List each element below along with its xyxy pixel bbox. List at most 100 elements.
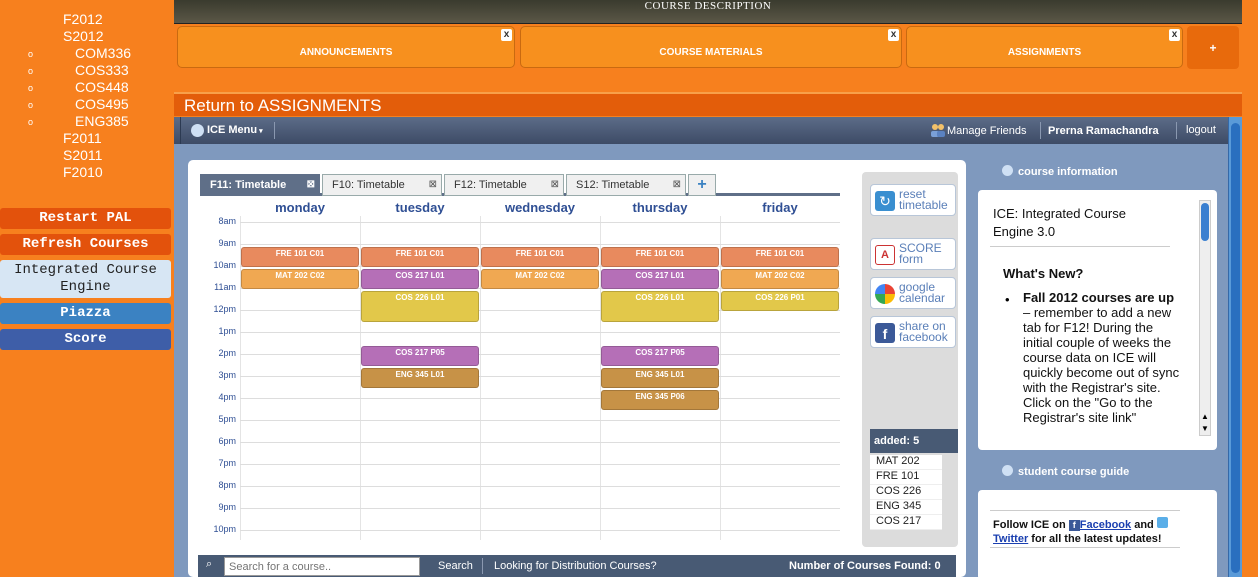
close-icon[interactable]: ⊠ — [551, 175, 559, 195]
tab-s12-timetable[interactable]: S12: Timetable ⊠ — [566, 174, 686, 196]
course-link-cos333[interactable]: COS333 — [75, 62, 129, 78]
tab-f10-timetable[interactable]: F10: Timetable ⊠ — [322, 174, 442, 196]
scroll-up-icon[interactable]: ▲ — [1200, 412, 1210, 421]
course-search-bar: ⌕ Search Looking for Distribution Course… — [198, 555, 956, 577]
course-event[interactable]: FRE 101 C01 — [241, 247, 359, 267]
score-form-button[interactable]: A SCORE form — [870, 238, 956, 270]
manage-friends-link[interactable]: Manage Friends — [947, 125, 1027, 137]
heading-label: course information — [1018, 166, 1118, 178]
piazza-button[interactable]: Piazza — [0, 303, 171, 324]
logout-link[interactable]: logout — [1186, 124, 1216, 136]
close-icon[interactable]: x — [1169, 29, 1180, 41]
facebook-link[interactable]: Facebook — [1080, 519, 1131, 531]
restart-pal-button[interactable]: Restart PAL — [0, 208, 171, 229]
term-link-s2011[interactable]: S2011 — [63, 147, 102, 163]
score-button[interactable]: Score — [0, 329, 171, 350]
refresh-courses-button[interactable]: Refresh Courses — [0, 234, 171, 255]
share-on-facebook-button[interactable]: f share on facebook — [870, 316, 956, 348]
course-link-com336[interactable]: COM336 — [75, 45, 131, 61]
ice-scrollbar[interactable] — [1228, 117, 1242, 577]
added-course-item[interactable]: COS 226 — [870, 485, 942, 500]
course-link-eng385[interactable]: ENG385 — [75, 113, 129, 129]
term-link-f2011[interactable]: F2011 — [63, 130, 102, 146]
reset-timetable-button[interactable]: ↻ reset timetable — [870, 184, 956, 216]
info-icon — [1002, 165, 1013, 176]
close-icon[interactable]: x — [888, 29, 899, 41]
added-course-item[interactable]: ENG 345 — [870, 500, 942, 515]
course-event[interactable]: COS 217 P05 — [361, 346, 479, 366]
added-course-item[interactable]: COS 217 — [870, 515, 942, 530]
close-icon[interactable]: ⊠ — [307, 175, 315, 195]
follow-prefix: Follow ICE on — [993, 519, 1069, 531]
course-event[interactable]: FRE 101 C01 — [481, 247, 599, 267]
ice-menu-button[interactable]: ICE Menu ▾ — [207, 124, 263, 136]
info-scrollbar[interactable]: ▲ ▼ — [1199, 200, 1211, 436]
divider — [1040, 122, 1041, 139]
added-course-item[interactable]: MAT 202 — [870, 455, 942, 470]
hour-gridline — [240, 464, 840, 465]
course-information-panel: ICE: Integrated Course Engine 3.0 What's… — [978, 190, 1217, 450]
google-calendar-button[interactable]: google calendar — [870, 277, 956, 309]
twitter-link[interactable]: Twitter — [993, 533, 1028, 545]
hour-label: 11am — [214, 282, 236, 292]
search-icon: ⌕ — [206, 558, 213, 570]
course-event[interactable]: ENG 345 L01 — [361, 368, 479, 388]
course-event[interactable]: MAT 202 C02 — [721, 269, 839, 289]
timetable-panel: F11: Timetable ⊠ F10: Timetable ⊠ F12: Tim… — [188, 160, 966, 577]
scrollbar-thumb[interactable] — [1201, 203, 1209, 241]
course-event[interactable]: COS 226 P01 — [721, 291, 839, 311]
tab-assignments[interactable]: ASSIGNMENTS x — [906, 26, 1183, 68]
course-event[interactable]: COS 226 L01 — [601, 291, 719, 322]
course-event[interactable]: COS 217 L01 — [601, 269, 719, 289]
tab-f12-timetable[interactable]: F12: Timetable ⊠ — [444, 174, 564, 196]
tab-f11-timetable[interactable]: F11: Timetable ⊠ — [200, 174, 320, 196]
added-courses-list: MAT 202 FRE 101 COS 226 ENG 345 COS 217 — [870, 455, 942, 530]
divider — [482, 558, 483, 574]
tab-label: F12: Timetable — [454, 179, 527, 191]
search-button[interactable]: Search — [438, 560, 473, 572]
tool-label: google calendar — [899, 280, 946, 305]
scrollbar-thumb[interactable] — [1231, 123, 1240, 573]
student-course-guide-heading[interactable]: student course guide — [1002, 465, 1129, 478]
course-event[interactable]: ENG 345 L01 — [601, 368, 719, 388]
close-icon[interactable]: ⊠ — [429, 175, 437, 195]
close-icon[interactable]: ⊠ — [673, 175, 681, 195]
tab-course-materials[interactable]: COURSE MATERIALS x — [520, 26, 902, 68]
add-tab-button[interactable]: + — [1187, 26, 1239, 69]
close-icon[interactable]: x — [501, 29, 512, 41]
course-event[interactable]: FRE 101 C01 — [601, 247, 719, 267]
tab-announcements[interactable]: ANNOUNCEMENTS x — [177, 26, 515, 68]
term-link-s2012[interactable]: S2012 — [63, 28, 103, 44]
hour-label: 10pm — [213, 524, 236, 534]
term-link-f2010[interactable]: F2010 — [63, 164, 103, 180]
add-timetable-tab-button[interactable]: + — [688, 174, 716, 196]
course-event[interactable]: ENG 345 P06 — [601, 390, 719, 410]
divider — [180, 117, 181, 144]
added-course-item[interactable]: FRE 101 — [870, 470, 942, 485]
tool-label: SCORE form — [899, 241, 942, 266]
course-event[interactable]: MAT 202 C02 — [241, 269, 359, 289]
google-icon — [875, 284, 895, 304]
return-link[interactable]: Return to ASSIGNMENTS — [184, 96, 381, 116]
tool-label: share on facebook — [899, 319, 948, 344]
integrated-course-engine-button[interactable]: Integrated Course Engine — [0, 260, 171, 298]
course-event[interactable]: MAT 202 C02 — [481, 269, 599, 289]
course-event[interactable]: COS 217 P05 — [601, 346, 719, 366]
tab-label: ANNOUNCEMENTS — [299, 47, 393, 58]
scroll-down-icon[interactable]: ▼ — [1200, 424, 1210, 433]
search-input[interactable] — [224, 557, 420, 576]
day-header-thursday: thursday — [632, 200, 688, 215]
course-event[interactable]: COS 226 L01 — [361, 291, 479, 322]
hour-gridline — [240, 486, 840, 487]
hour-label: 2pm — [218, 348, 236, 358]
term-link-f2012[interactable]: F2012 — [63, 11, 103, 27]
hour-label: 8pm — [218, 480, 236, 490]
course-event[interactable]: FRE 101 C01 — [361, 247, 479, 267]
course-information-heading[interactable]: course information — [1002, 165, 1118, 178]
distribution-courses-link[interactable]: Looking for Distribution Courses? — [494, 560, 657, 572]
course-event[interactable]: FRE 101 C01 — [721, 247, 839, 267]
timetable-grid: monday tuesday wednesday thursday friday 8am 9… — [200, 200, 840, 540]
course-event[interactable]: COS 217 L01 — [361, 269, 479, 289]
course-link-cos495[interactable]: COS495 — [75, 96, 129, 112]
course-link-cos448[interactable]: COS448 — [75, 79, 129, 95]
